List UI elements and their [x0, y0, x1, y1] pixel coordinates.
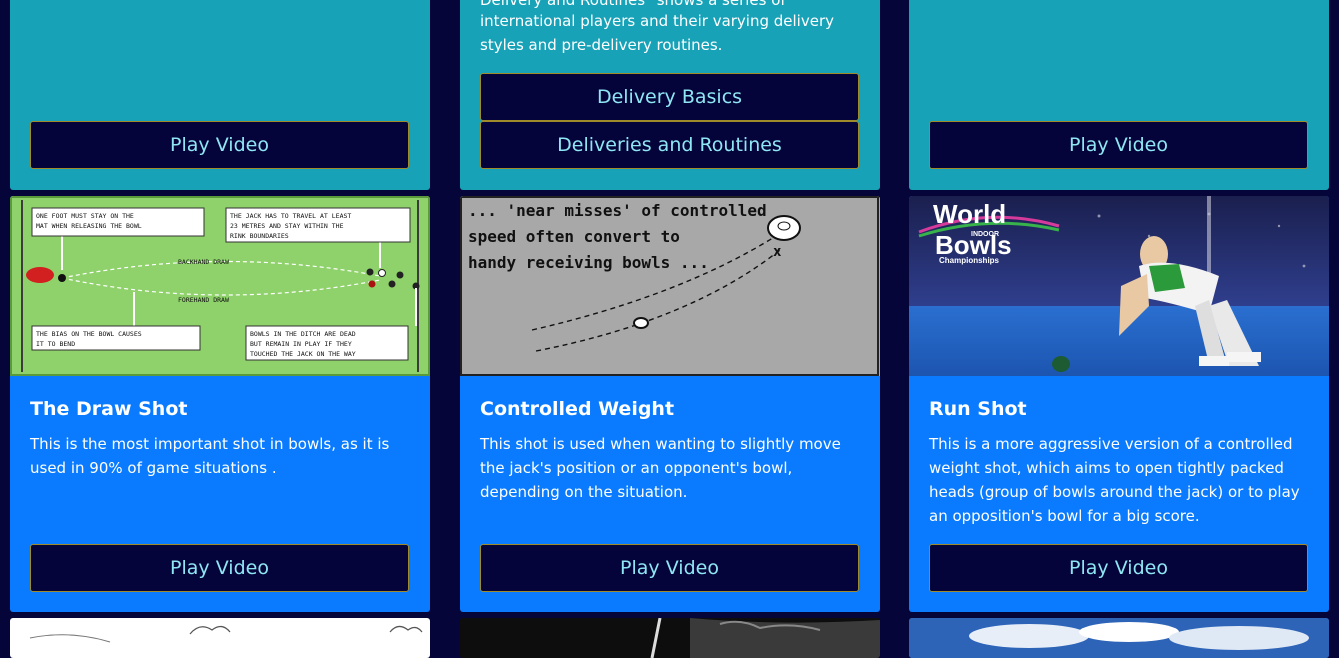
weight-caption-3: handy receiving bowls ...: [468, 253, 709, 272]
card-top-left: Play Video: [10, 0, 430, 190]
svg-text:x: x: [773, 244, 782, 260]
card-top-right: Play Video: [909, 0, 1329, 190]
draw-note-1a: ONE FOOT MUST STAY ON THE: [36, 212, 134, 220]
card-description: This is a more aggressive version of a c…: [929, 435, 1300, 525]
card-description: This is the most important shot in bowls…: [30, 435, 390, 477]
card-description-line: international players and their varying …: [480, 12, 835, 30]
card-run-shot: World INDOOR Bowls Championships Run Sho…: [909, 196, 1329, 612]
delivery-basics-button[interactable]: Delivery Basics: [480, 73, 859, 121]
draw-note-3a: THE BIAS ON THE BOWL CAUSES: [36, 330, 142, 338]
bottom-middle-thumbnail[interactable]: [460, 618, 880, 658]
card-top-middle: Delivery and Routines" shows a series of…: [460, 0, 880, 190]
card-title: The Draw Shot: [30, 398, 188, 420]
card-controlled-weight: x ... 'near misses' of controlled speed …: [460, 196, 880, 612]
deliveries-and-routines-button[interactable]: Deliveries and Routines: [480, 121, 859, 169]
draw-note-1b: MAT WHEN RELEASING THE BOWL: [36, 222, 142, 230]
bottom-left-thumbnail[interactable]: [10, 618, 430, 658]
card-description-line: styles and pre-delivery routines.: [480, 36, 723, 54]
play-video-button[interactable]: Play Video: [480, 544, 859, 592]
card-draw-shot: ONE FOOT MUST STAY ON THE MAT WHEN RELEA…: [10, 196, 430, 612]
card-title: Controlled Weight: [480, 398, 675, 420]
weight-caption-1: ... 'near misses' of controlled: [468, 201, 767, 220]
draw-note-4c: TOUCHED THE JACK ON THE WAY: [250, 350, 356, 358]
draw-note-4b: BUT REMAIN IN PLAY IF THEY: [250, 340, 352, 348]
run-shot-photo[interactable]: World INDOOR Bowls Championships: [909, 196, 1329, 376]
weight-caption-2: speed often convert to: [468, 227, 680, 246]
card-bottom-left: [10, 618, 430, 658]
forehand-draw-label: FOREHAND DRAW: [178, 296, 229, 304]
card-bottom-middle: [460, 618, 880, 658]
play-video-button[interactable]: Play Video: [30, 544, 409, 592]
logo-line-4: Championships: [939, 256, 1000, 265]
card-description: This shot is used when wanting to slight…: [480, 435, 841, 501]
card-bottom-right: [909, 618, 1329, 658]
draw-shot-diagram[interactable]: ONE FOOT MUST STAY ON THE MAT WHEN RELEA…: [10, 196, 430, 376]
draw-note-2b: 23 METRES AND STAY WITHIN THE: [230, 222, 344, 230]
play-video-button[interactable]: Play Video: [929, 544, 1308, 592]
draw-note-3b: IT TO BEND: [36, 340, 75, 348]
draw-note-2c: RINK BOUNDARIES: [230, 232, 289, 240]
play-video-button[interactable]: Play Video: [30, 121, 409, 169]
draw-note-2a: THE JACK HAS TO TRAVEL AT LEAST: [230, 212, 351, 220]
bottom-right-thumbnail[interactable]: [909, 618, 1329, 658]
draw-note-4a: BOWLS IN THE DITCH ARE DEAD: [250, 330, 356, 338]
card-title: Run Shot: [929, 398, 1027, 420]
controlled-weight-diagram[interactable]: x ... 'near misses' of controlled speed …: [460, 196, 880, 376]
play-video-button[interactable]: Play Video: [929, 121, 1308, 169]
logo-line-1: World: [933, 199, 1006, 229]
backhand-draw-label: BACKHAND DRAW: [178, 258, 229, 266]
